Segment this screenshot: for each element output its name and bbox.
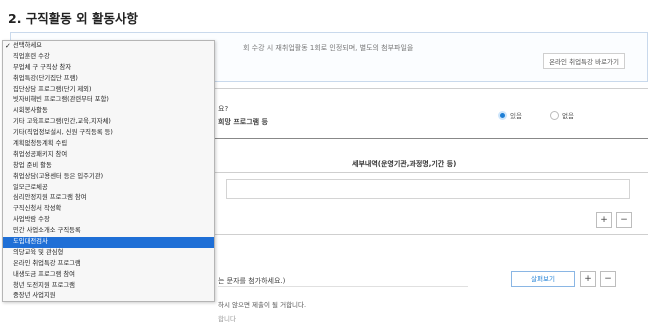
radio-off-icon[interactable] <box>550 110 559 120</box>
remove-row-button[interactable]: − <box>616 212 632 228</box>
dropdown-option[interactable]: 계획없청등계획 수립 <box>3 139 214 150</box>
dropdown-option[interactable]: 일모근로체공 <box>3 183 214 194</box>
dropdown-option[interactable]: 기타 고육프로그램(인간,교육,지자체) <box>3 117 214 128</box>
dropdown-option[interactable]: 취업특강(단기집단 프램) <box>3 74 214 85</box>
question-label: 요? <box>218 105 229 113</box>
browse-button[interactable]: 살펴보기 <box>511 271 575 287</box>
file-input-line <box>218 286 468 287</box>
dropdown-option[interactable]: 시회봉사활동 <box>3 106 214 117</box>
note-line-1: 하시 않으면 제출이 될 거합니다. <box>218 301 307 309</box>
divider <box>210 234 648 235</box>
dropdown-option[interactable]: 취업성공패키지 참여 <box>3 150 214 161</box>
radio-no-label: 없음 <box>562 112 574 120</box>
add-row-button[interactable]: + <box>596 212 612 228</box>
radio-on-icon[interactable] <box>498 110 507 120</box>
section-title: 2. 구직활동 외 활동사항 <box>8 11 139 26</box>
dropdown-option[interactable]: 중장년 사업지원 <box>3 291 214 301</box>
file-hint: 는 문자를 첨가하세요.) <box>218 277 286 285</box>
dropdown-option[interactable]: 온라인 취업특강 프로그램 <box>3 259 214 270</box>
question-sub: 희망 프로그램 등 <box>218 118 268 126</box>
divider <box>210 172 648 173</box>
dropdown-option[interactable]: 심리안정지원 프로그램 참여 <box>3 193 214 204</box>
dropdown-option[interactable]: 내생도금 프로그램 참여 <box>3 270 214 281</box>
dropdown-option[interactable]: 민간 사업소개소 구직등록 <box>3 226 214 237</box>
detail-header: 세부내역(운영기관,과정명,기간 등) <box>352 160 457 168</box>
detail-input[interactable] <box>226 179 630 199</box>
dropdown-option[interactable]: 청년 도전지원 프로그램 <box>3 281 214 292</box>
dropdown-option[interactable]: 창업 준비 활동 <box>3 161 214 172</box>
dropdown-option[interactable]: 빗자비해빈 프로그램(관련부터 포함) <box>3 95 214 106</box>
activity-dropdown-list[interactable]: 선택하세요직업훈련 수강부업체 구 구직상 참자취업특강(단기집단 프램)집단상… <box>2 40 215 302</box>
radio-yes-label: 있음 <box>510 112 522 120</box>
dropdown-option[interactable]: 부업체 구 구직상 참자 <box>3 63 214 74</box>
note-line-2: 합니다 <box>218 315 236 323</box>
dropdown-option[interactable]: 도입대전검사 <box>3 237 214 248</box>
dropdown-option[interactable]: 취업상담(고용센터 등은 입주기관) <box>3 172 214 183</box>
dropdown-option[interactable]: 직업훈련 수강 <box>3 52 214 63</box>
file-remove-button[interactable]: − <box>600 271 616 287</box>
info-text: 회 수강 시 재취업활동 1회로 인정되며, 별도의 첨부파일을 <box>243 44 414 52</box>
dropdown-option[interactable]: 집단상담 프로그램(단기 제외) <box>3 85 214 96</box>
dropdown-option[interactable]: 구직신청서 작성확 <box>3 204 214 215</box>
radio-yes[interactable]: 있음 <box>498 110 522 120</box>
dropdown-option[interactable]: 의당교육 및 관심형 <box>3 248 214 259</box>
radio-no[interactable]: 없음 <box>550 110 574 120</box>
dropdown-option[interactable]: 기타(직업정보설시, 신원 구직등록 등) <box>3 128 214 139</box>
file-add-button[interactable]: + <box>580 271 596 287</box>
dropdown-option[interactable]: 선택하세요 <box>3 41 214 52</box>
dropdown-option[interactable]: 사업박람 수장 <box>3 215 214 226</box>
online-lecture-link[interactable]: 온라인 취업특강 바로가기 <box>543 53 625 69</box>
